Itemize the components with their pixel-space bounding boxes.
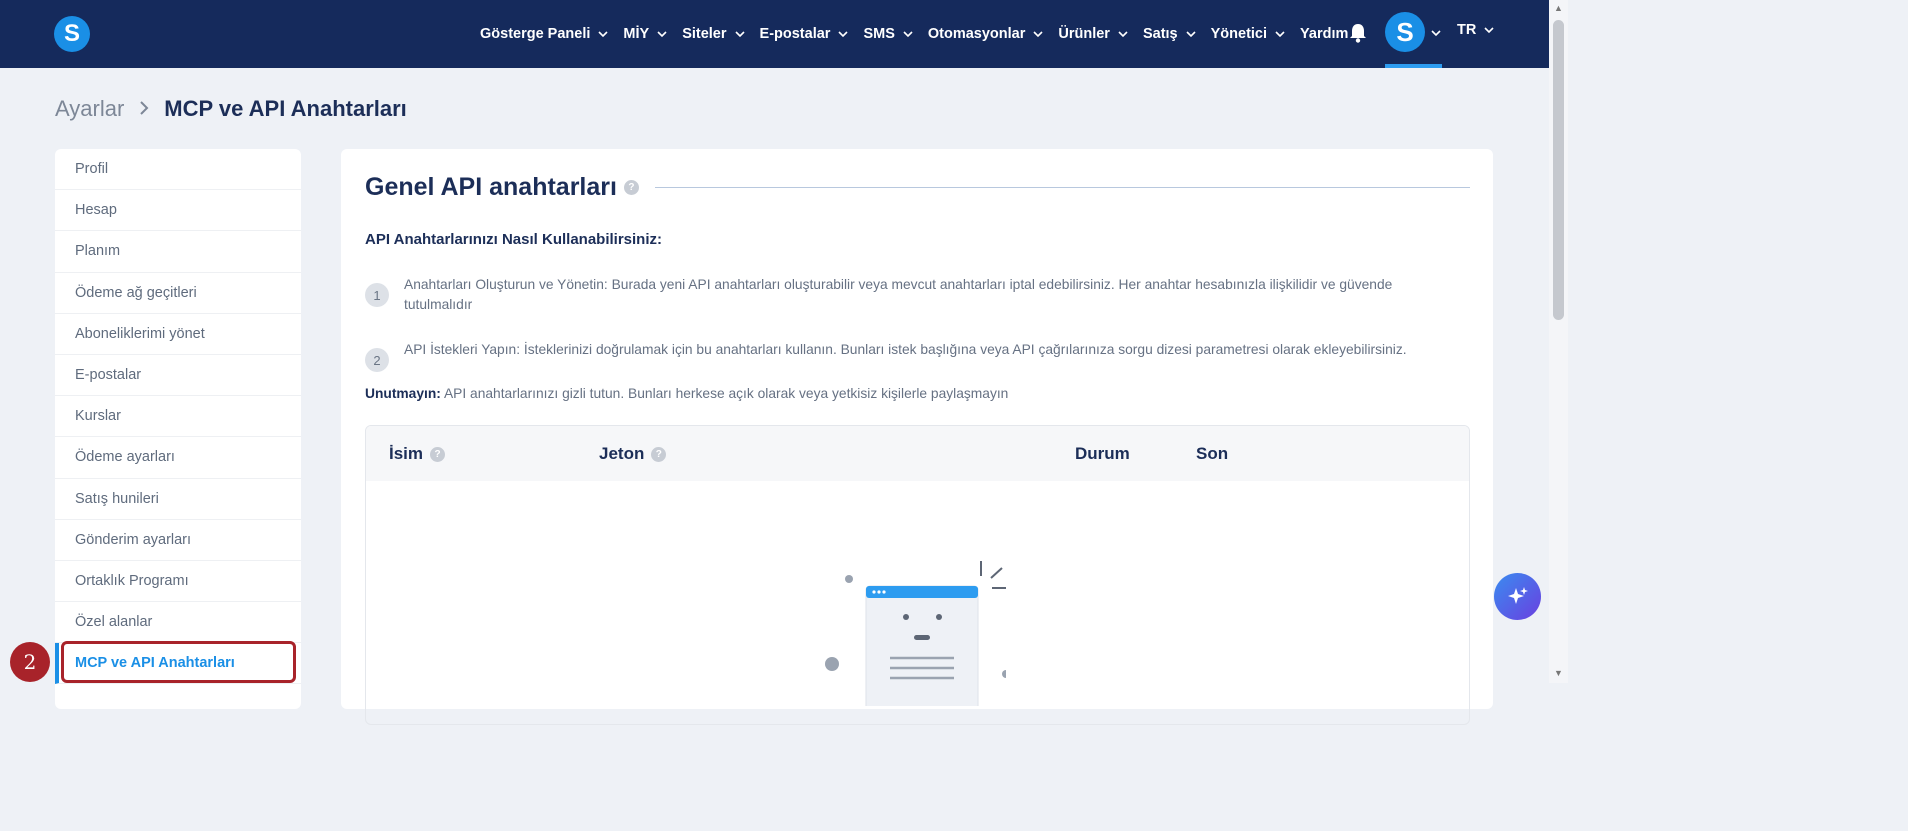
sidebar-item-payment-settings[interactable]: Ödeme ayarları bbox=[55, 437, 301, 479]
nav-item-sites[interactable]: Siteler bbox=[682, 26, 745, 42]
chevron-down-icon bbox=[1274, 28, 1286, 40]
step-item: 2 API İstekleri Yapın: İsteklerinizi doğ… bbox=[365, 340, 1449, 372]
empty-state-illustration bbox=[806, 556, 1010, 724]
help-icon[interactable]: ? bbox=[430, 446, 446, 462]
sidebar-item-custom-fields[interactable]: Özel alanlar bbox=[55, 602, 301, 644]
bell-icon[interactable] bbox=[1348, 22, 1368, 44]
chevron-down-icon bbox=[656, 28, 668, 40]
breadcrumb: Ayarlar MCP ve API Anahtarları bbox=[55, 96, 407, 122]
api-keys-card: Genel API anahtarları ? API Anahtarların… bbox=[341, 149, 1493, 725]
nav-item-emails[interactable]: E-postalar bbox=[760, 26, 850, 42]
sidebar-item-payment-gateways[interactable]: Ödeme ağ geçitleri bbox=[55, 273, 301, 314]
howto-heading: API Anahtarlarınızı Nasıl Kullanabilirsi… bbox=[365, 231, 663, 248]
sidebar-item-sending-settings[interactable]: Gönderim ayarları bbox=[55, 520, 301, 561]
app-logo[interactable]: S bbox=[54, 16, 90, 52]
column-header-token: Jeton? bbox=[599, 444, 667, 464]
section-title: Genel API anahtarları ? bbox=[365, 173, 639, 202]
column-header-name: İsim? bbox=[389, 444, 446, 464]
chevron-down-icon bbox=[1483, 24, 1495, 36]
sidebar-item-account[interactable]: Hesap bbox=[55, 190, 301, 232]
scrollbar-thumb[interactable] bbox=[1553, 20, 1564, 320]
nav-item-sales[interactable]: Satış bbox=[1143, 26, 1197, 42]
help-icon[interactable]: ? bbox=[651, 446, 667, 462]
sidebar-item-courses[interactable]: Kurslar bbox=[55, 396, 301, 438]
scroll-up-arrow-icon[interactable]: ▲ bbox=[1553, 3, 1564, 13]
top-navbar: S Gösterge Paneli MİY Siteler E-postalar… bbox=[0, 0, 1549, 68]
warning-note: Unutmayın: API anahtarlarınızı gizli tut… bbox=[365, 386, 1009, 401]
sidebar-item-emails[interactable]: E-postalar bbox=[55, 355, 301, 397]
nav-item-products[interactable]: Ürünler bbox=[1058, 26, 1129, 42]
avatar[interactable]: S bbox=[1385, 12, 1425, 52]
annotation-highlight-box bbox=[61, 641, 296, 683]
chevron-down-icon bbox=[597, 28, 609, 40]
table-header: İsim? Jeton? Durum Son bbox=[366, 426, 1469, 481]
chevron-down-icon bbox=[734, 28, 746, 40]
chevron-right-icon bbox=[138, 96, 150, 122]
nav-item-dashboard[interactable]: Gösterge Paneli bbox=[480, 26, 609, 42]
api-keys-table: İsim? Jeton? Durum Son bbox=[365, 425, 1470, 725]
step-text: Anahtarları Oluşturun ve Yönetin: Burada… bbox=[404, 277, 1393, 312]
sidebar-item-sales-funnels[interactable]: Satış hunileri bbox=[55, 479, 301, 520]
ai-assistant-button[interactable] bbox=[1494, 573, 1541, 620]
scroll-down-arrow-icon[interactable]: ▼ bbox=[1553, 668, 1564, 678]
nav-item-crm[interactable]: MİY bbox=[623, 26, 668, 42]
title-divider bbox=[655, 187, 1470, 188]
settings-sidebar: Profil Hesap Planım Ödeme ağ geçitleri A… bbox=[55, 149, 301, 709]
sparkle-icon bbox=[1507, 586, 1528, 604]
annotation-step-badge: 2 bbox=[10, 642, 50, 682]
chevron-down-icon bbox=[837, 28, 849, 40]
main-nav: Gösterge Paneli MİY Siteler E-postalar S… bbox=[480, 0, 1362, 68]
sidebar-item-plan[interactable]: Planım bbox=[55, 231, 301, 273]
step-number: 1 bbox=[365, 283, 389, 307]
nav-item-automations[interactable]: Otomasyonlar bbox=[928, 26, 1045, 42]
sidebar-item-subscriptions[interactable]: Aboneliklerimi yönet bbox=[55, 314, 301, 355]
nav-item-sms[interactable]: SMS bbox=[863, 26, 913, 42]
chevron-down-icon bbox=[902, 28, 914, 40]
nav-item-help[interactable]: Yardım bbox=[1300, 26, 1348, 42]
chevron-down-icon bbox=[1032, 28, 1044, 40]
step-item: 1 Anahtarları Oluşturun ve Yönetin: Bura… bbox=[365, 275, 1449, 315]
sidebar-item-affiliate-program[interactable]: Ortaklık Programı bbox=[55, 561, 301, 603]
page-title: MCP ve API Anahtarları bbox=[164, 96, 407, 121]
chevron-down-icon bbox=[1117, 28, 1129, 40]
column-header-last: Son bbox=[1196, 444, 1229, 463]
sidebar-item-profile[interactable]: Profil bbox=[55, 149, 301, 191]
help-icon[interactable]: ? bbox=[623, 180, 639, 195]
step-number: 2 bbox=[365, 348, 389, 372]
language-selector[interactable]: TR bbox=[1457, 22, 1495, 38]
chevron-down-icon bbox=[1185, 28, 1197, 40]
avatar-active-indicator bbox=[1385, 64, 1442, 68]
breadcrumb-parent-link[interactable]: Ayarlar bbox=[55, 96, 124, 122]
nav-item-admin[interactable]: Yönetici bbox=[1211, 26, 1286, 42]
chevron-down-icon[interactable] bbox=[1430, 26, 1442, 44]
column-header-status: Durum bbox=[1075, 444, 1130, 463]
step-text: API İstekleri Yapın: İsteklerinizi doğru… bbox=[404, 342, 1407, 357]
